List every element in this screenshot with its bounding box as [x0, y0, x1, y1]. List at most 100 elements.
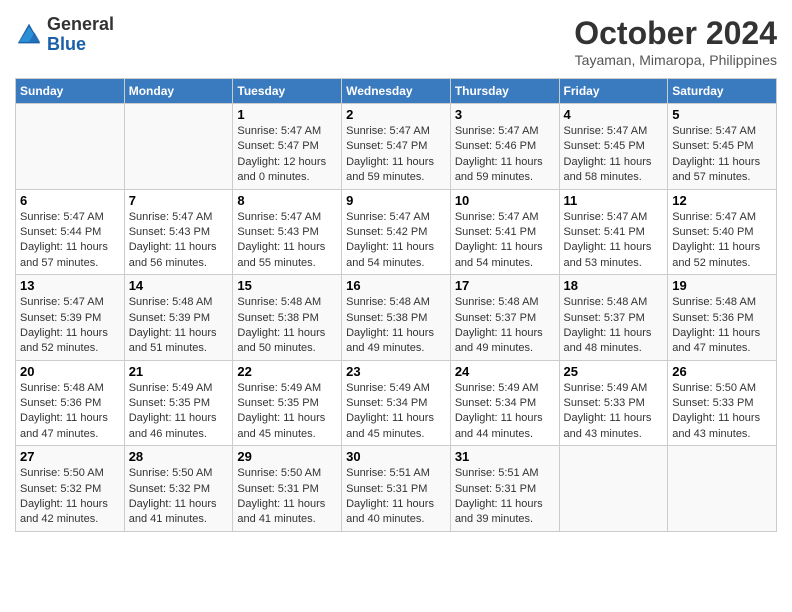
- calendar-cell: [124, 104, 233, 190]
- day-number: 29: [237, 449, 337, 464]
- logo: General Blue: [15, 15, 114, 55]
- day-info: Sunrise: 5:47 AMSunset: 5:46 PMDaylight:…: [455, 124, 555, 186]
- day-number: 30: [346, 449, 446, 464]
- day-number: 21: [129, 364, 229, 379]
- calendar-cell: 3 Sunrise: 5:47 AMSunset: 5:46 PMDaylight…: [450, 104, 559, 190]
- weekday-header: Friday: [559, 79, 668, 104]
- day-info: Sunrise: 5:48 AMSunset: 5:37 PMDaylight:…: [564, 295, 664, 357]
- day-info: Sunrise: 5:48 AMSunset: 5:36 PMDaylight:…: [20, 381, 120, 443]
- day-info: Sunrise: 5:49 AMSunset: 5:33 PMDaylight:…: [564, 381, 664, 443]
- day-info: Sunrise: 5:49 AMSunset: 5:35 PMDaylight:…: [129, 381, 229, 443]
- calendar-cell: 1Sunrise: 5:47 AMSunset: 5:47 PMDaylight…: [233, 104, 342, 190]
- day-number: 5: [672, 107, 772, 122]
- day-info: Sunrise: 5:50 AMSunset: 5:32 PMDaylight:…: [129, 466, 229, 528]
- calendar-cell: 26 Sunrise: 5:50 AMSunset: 5:33 PMDayligh…: [668, 360, 777, 446]
- calendar-cell: 17Sunrise: 5:48 AMSunset: 5:37 PMDayligh…: [450, 275, 559, 361]
- calendar-cell: 18 Sunrise: 5:48 AMSunset: 5:37 PMDayligh…: [559, 275, 668, 361]
- calendar-cell: 29 Sunrise: 5:50 AMSunset: 5:31 PMDayligh…: [233, 446, 342, 532]
- day-number: 4: [564, 107, 664, 122]
- day-number: 12: [672, 193, 772, 208]
- calendar-cell: 10 Sunrise: 5:47 AMSunset: 5:41 PMDayligh…: [450, 189, 559, 275]
- day-number: 26: [672, 364, 772, 379]
- location-subtitle: Tayaman, Mimaropa, Philippines: [574, 52, 777, 68]
- calendar-cell: 23 Sunrise: 5:49 AMSunset: 5:34 PMDayligh…: [342, 360, 451, 446]
- day-info: Sunrise: 5:50 AMSunset: 5:33 PMDaylight:…: [672, 381, 772, 443]
- day-info: Sunrise: 5:47 AMSunset: 5:45 PMDaylight:…: [564, 124, 664, 186]
- day-number: 16: [346, 278, 446, 293]
- calendar-cell: [559, 446, 668, 532]
- day-info: Sunrise: 5:49 AMSunset: 5:34 PMDaylight:…: [455, 381, 555, 443]
- calendar-cell: 4 Sunrise: 5:47 AMSunset: 5:45 PMDaylight…: [559, 104, 668, 190]
- day-info: Sunrise: 5:48 AMSunset: 5:38 PMDaylight:…: [346, 295, 446, 357]
- logo-text: General Blue: [47, 15, 114, 55]
- calendar-cell: 20 Sunrise: 5:48 AMSunset: 5:36 PMDayligh…: [16, 360, 125, 446]
- day-number: 20: [20, 364, 120, 379]
- calendar-week-row: 13 Sunrise: 5:47 AMSunset: 5:39 PMDayligh…: [16, 275, 777, 361]
- day-info: Sunrise: 5:47 AMSunset: 5:43 PMDaylight:…: [237, 210, 337, 272]
- month-title: October 2024: [574, 15, 777, 52]
- calendar-cell: 6Sunrise: 5:47 AMSunset: 5:44 PMDaylight…: [16, 189, 125, 275]
- day-number: 1: [237, 107, 337, 122]
- day-info: Sunrise: 5:48 AMSunset: 5:37 PMDaylight:…: [455, 295, 555, 357]
- logo-icon: [15, 21, 43, 49]
- calendar-header: SundayMondayTuesdayWednesdayThursdayFrid…: [16, 79, 777, 104]
- day-info: Sunrise: 5:47 AMSunset: 5:47 PMDaylight:…: [346, 124, 446, 186]
- title-block: October 2024 Tayaman, Mimaropa, Philippi…: [574, 15, 777, 68]
- calendar-cell: 9Sunrise: 5:47 AMSunset: 5:42 PMDaylight…: [342, 189, 451, 275]
- day-info: Sunrise: 5:50 AMSunset: 5:31 PMDaylight:…: [237, 466, 337, 528]
- day-info: Sunrise: 5:48 AMSunset: 5:36 PMDaylight:…: [672, 295, 772, 357]
- page-header: General Blue October 2024 Tayaman, Mimar…: [15, 15, 777, 68]
- calendar-table: SundayMondayTuesdayWednesdayThursdayFrid…: [15, 78, 777, 532]
- calendar-cell: 2 Sunrise: 5:47 AMSunset: 5:47 PMDaylight…: [342, 104, 451, 190]
- weekday-header: Sunday: [16, 79, 125, 104]
- calendar-cell: 14Sunrise: 5:48 AMSunset: 5:39 PMDayligh…: [124, 275, 233, 361]
- day-info: Sunrise: 5:47 AMSunset: 5:41 PMDaylight:…: [455, 210, 555, 272]
- calendar-cell: 5Sunrise: 5:47 AMSunset: 5:45 PMDaylight…: [668, 104, 777, 190]
- day-number: 28: [129, 449, 229, 464]
- calendar-cell: 7Sunrise: 5:47 AMSunset: 5:43 PMDaylight…: [124, 189, 233, 275]
- calendar-cell: 28 Sunrise: 5:50 AMSunset: 5:32 PMDayligh…: [124, 446, 233, 532]
- weekday-header: Saturday: [668, 79, 777, 104]
- calendar-cell: 21 Sunrise: 5:49 AMSunset: 5:35 PMDayligh…: [124, 360, 233, 446]
- day-number: 3: [455, 107, 555, 122]
- calendar-cell: 22Sunrise: 5:49 AMSunset: 5:35 PMDayligh…: [233, 360, 342, 446]
- day-number: 7: [129, 193, 229, 208]
- calendar-cell: 27Sunrise: 5:50 AMSunset: 5:32 PMDayligh…: [16, 446, 125, 532]
- day-number: 23: [346, 364, 446, 379]
- calendar-cell: 11Sunrise: 5:47 AMSunset: 5:41 PMDayligh…: [559, 189, 668, 275]
- calendar-cell: 19Sunrise: 5:48 AMSunset: 5:36 PMDayligh…: [668, 275, 777, 361]
- calendar-cell: 8 Sunrise: 5:47 AMSunset: 5:43 PMDaylight…: [233, 189, 342, 275]
- day-info: Sunrise: 5:47 AMSunset: 5:40 PMDaylight:…: [672, 210, 772, 272]
- calendar-cell: 15 Sunrise: 5:48 AMSunset: 5:38 PMDayligh…: [233, 275, 342, 361]
- calendar-cell: [16, 104, 125, 190]
- day-number: 31: [455, 449, 555, 464]
- day-number: 15: [237, 278, 337, 293]
- calendar-cell: 31 Sunrise: 5:51 AMSunset: 5:31 PMDayligh…: [450, 446, 559, 532]
- day-info: Sunrise: 5:48 AMSunset: 5:38 PMDaylight:…: [237, 295, 337, 357]
- day-info: Sunrise: 5:47 AMSunset: 5:39 PMDaylight:…: [20, 295, 120, 357]
- day-info: Sunrise: 5:49 AMSunset: 5:34 PMDaylight:…: [346, 381, 446, 443]
- day-info: Sunrise: 5:51 AMSunset: 5:31 PMDaylight:…: [346, 466, 446, 528]
- calendar-week-row: 27Sunrise: 5:50 AMSunset: 5:32 PMDayligh…: [16, 446, 777, 532]
- day-number: 13: [20, 278, 120, 293]
- calendar-cell: 16 Sunrise: 5:48 AMSunset: 5:38 PMDayligh…: [342, 275, 451, 361]
- calendar-cell: 25Sunrise: 5:49 AMSunset: 5:33 PMDayligh…: [559, 360, 668, 446]
- calendar-week-row: 6Sunrise: 5:47 AMSunset: 5:44 PMDaylight…: [16, 189, 777, 275]
- calendar-week-row: 20 Sunrise: 5:48 AMSunset: 5:36 PMDayligh…: [16, 360, 777, 446]
- day-info: Sunrise: 5:49 AMSunset: 5:35 PMDaylight:…: [237, 381, 337, 443]
- weekday-header: Tuesday: [233, 79, 342, 104]
- calendar-cell: 13 Sunrise: 5:47 AMSunset: 5:39 PMDayligh…: [16, 275, 125, 361]
- day-number: 8: [237, 193, 337, 208]
- day-number: 6: [20, 193, 120, 208]
- calendar-cell: 12 Sunrise: 5:47 AMSunset: 5:40 PMDayligh…: [668, 189, 777, 275]
- day-number: 10: [455, 193, 555, 208]
- day-number: 2: [346, 107, 446, 122]
- weekday-header: Wednesday: [342, 79, 451, 104]
- day-number: 24: [455, 364, 555, 379]
- day-number: 11: [564, 193, 664, 208]
- calendar-cell: 30 Sunrise: 5:51 AMSunset: 5:31 PMDayligh…: [342, 446, 451, 532]
- day-number: 14: [129, 278, 229, 293]
- day-info: Sunrise: 5:51 AMSunset: 5:31 PMDaylight:…: [455, 466, 555, 528]
- day-number: 18: [564, 278, 664, 293]
- calendar-cell: 24 Sunrise: 5:49 AMSunset: 5:34 PMDayligh…: [450, 360, 559, 446]
